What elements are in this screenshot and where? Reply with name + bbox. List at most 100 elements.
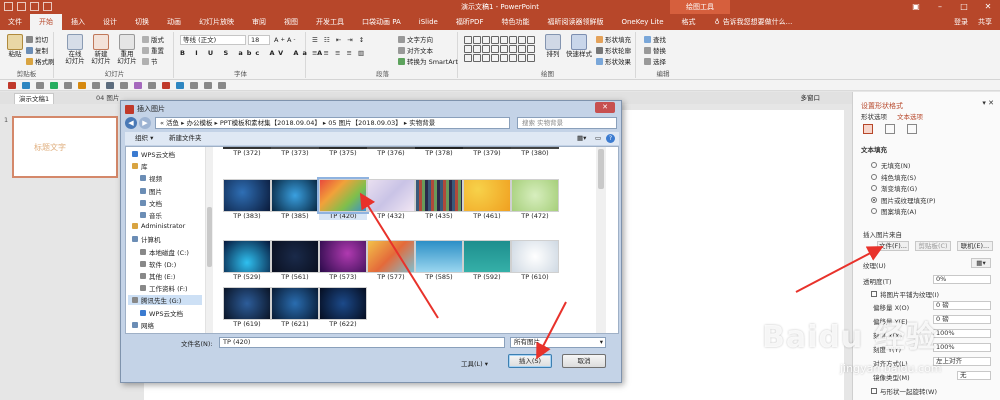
- align-buttons[interactable]: ≡ ≡ ≡ ≡ ▥: [312, 49, 366, 57]
- shape-outline-button[interactable]: 形状轮廓: [596, 45, 631, 55]
- tab-1[interactable]: 插入: [62, 14, 94, 30]
- toolbar-icon-13[interactable]: [190, 82, 198, 89]
- file-thumbnail[interactable]: TP (420): [317, 177, 369, 220]
- find-button[interactable]: 查找: [644, 34, 666, 44]
- text-fill-section[interactable]: 文本填充: [861, 144, 887, 154]
- file-thumbnail[interactable]: TP (472): [511, 179, 559, 220]
- doc-tab-1[interactable]: 演示文稿1: [14, 93, 55, 104]
- toolbar-icon-8[interactable]: [120, 82, 128, 89]
- toolbar-icon-14[interactable]: [204, 82, 212, 89]
- toolbar-icon-11[interactable]: [162, 82, 170, 89]
- list-buttons[interactable]: ☰ ☷ ⇤ ⇥ ↕: [312, 36, 366, 44]
- file-thumbnail[interactable]: TP (561): [271, 240, 319, 281]
- file-thumbnail[interactable]: TP (592): [463, 240, 511, 281]
- texture-picker[interactable]: ▦▾: [971, 258, 991, 268]
- toolbar-icon-6[interactable]: [92, 82, 100, 89]
- file-thumbnail[interactable]: TP (585): [415, 240, 463, 281]
- smartart-button[interactable]: 转换为 SmartArt: [398, 56, 458, 66]
- toolbar-icon-5[interactable]: [78, 82, 86, 89]
- file-button[interactable]: 文件(F)...: [877, 241, 909, 251]
- nav-item-8[interactable]: 本地磁盘 (C:): [140, 247, 189, 257]
- file-thumbnail[interactable]: TP (619): [223, 287, 271, 328]
- share-button[interactable]: 共享: [978, 14, 992, 30]
- file-scrollbar[interactable]: [596, 147, 606, 333]
- nav-item-1[interactable]: 库: [132, 161, 148, 171]
- nav-item-2[interactable]: 视频: [140, 173, 162, 183]
- align-text-button[interactable]: 对齐文本: [398, 45, 433, 55]
- toolbar-icon-9[interactable]: [134, 82, 142, 89]
- tab-12[interactable]: 特色功能: [492, 14, 538, 30]
- offset-y-field[interactable]: 0 磅: [933, 315, 991, 324]
- dialog-close-button[interactable]: ✕: [595, 102, 615, 113]
- text-direction-button[interactable]: 文字方向: [398, 34, 433, 44]
- nav-item-9[interactable]: 软件 (D:): [140, 259, 176, 269]
- arrange-button[interactable]: 排列: [540, 34, 566, 58]
- textbox-icon[interactable]: [907, 124, 917, 134]
- view-options-icon[interactable]: ▦▾: [577, 132, 586, 145]
- minimize-button[interactable]: –: [928, 0, 952, 14]
- thumbnail-caption[interactable]: TP (372): [223, 149, 271, 157]
- nav-scrollbar[interactable]: [206, 147, 213, 333]
- close-icon[interactable]: ▾ ✕: [982, 99, 994, 107]
- online-slides-button[interactable]: 在线 幻灯片: [62, 34, 88, 65]
- nav-item-3[interactable]: 图片: [140, 186, 162, 196]
- search-input[interactable]: 搜索 实物背景: [517, 117, 617, 129]
- thumbnail-caption[interactable]: TP (376): [367, 149, 415, 157]
- back-icon[interactable]: ◀: [125, 117, 137, 129]
- scale-x-field[interactable]: 100%: [933, 329, 991, 338]
- login-link[interactable]: 登录: [954, 14, 968, 30]
- tools-menu[interactable]: 工具(L) ▾: [461, 358, 488, 368]
- offset-x-field[interactable]: 0 磅: [933, 301, 991, 310]
- copy-button[interactable]: 复制: [26, 45, 48, 55]
- toolbar-icon-7[interactable]: [106, 82, 114, 89]
- replace-button[interactable]: 替换: [644, 45, 666, 55]
- toolbar-icon-15[interactable]: [218, 82, 226, 89]
- layout-button[interactable]: 版式: [142, 34, 164, 44]
- transparency-field[interactable]: 0%: [933, 275, 991, 284]
- font-style-buttons[interactable]: B I U S abc AV Aa A: [180, 49, 326, 57]
- select-button[interactable]: 选择: [644, 56, 666, 66]
- fill-option-2[interactable]: 渐变填充(G): [871, 183, 917, 193]
- fill-option-3[interactable]: 图片或纹理填充(P): [871, 195, 936, 205]
- shape-fill-button[interactable]: 形状填充: [596, 34, 631, 44]
- tab-13[interactable]: 福昕阅读器领鲜版: [538, 14, 612, 30]
- file-thumbnail[interactable]: TP (622): [319, 287, 367, 328]
- thumbnail-caption[interactable]: TP (373): [271, 149, 319, 157]
- tab-4[interactable]: 动画: [158, 14, 190, 30]
- reuse-slides-button[interactable]: 重用 幻灯片: [114, 34, 140, 65]
- nav-item-10[interactable]: 其他 (E:): [140, 271, 175, 281]
- file-thumbnail[interactable]: TP (573): [319, 240, 367, 281]
- toolbar-icon-1[interactable]: [22, 82, 30, 89]
- address-bar[interactable]: « 活鱼 ▸ 办公模板 ▸ PPT模板和素材集【2018.09.04】 ▸ 05…: [155, 117, 510, 129]
- clipboard-button[interactable]: 剪贴板(C): [915, 241, 951, 251]
- nav-item-13[interactable]: WPS云文档: [140, 308, 183, 318]
- tab-10[interactable]: iSlide: [410, 14, 447, 30]
- nav-item-4[interactable]: 文档: [140, 198, 162, 208]
- shape-effects-button[interactable]: 形状效果: [596, 56, 631, 66]
- tab-2[interactable]: 设计: [94, 14, 126, 30]
- tab-9[interactable]: 口袋动画 PA: [353, 14, 410, 30]
- nav-item-7[interactable]: 计算机: [132, 234, 161, 244]
- cut-button[interactable]: 剪切: [26, 34, 48, 44]
- toolbar-icon-0[interactable]: [8, 82, 16, 89]
- organize-menu[interactable]: 组织 ▾: [135, 132, 153, 145]
- file-thumbnail[interactable]: TP (577): [367, 240, 415, 281]
- cancel-button[interactable]: 取消: [562, 354, 606, 368]
- shape-options-tab[interactable]: 形状选项: [861, 111, 887, 121]
- filename-input[interactable]: TP (420): [219, 337, 505, 348]
- filetype-select[interactable]: 所有图片 ▾: [510, 337, 606, 348]
- nav-item-5[interactable]: 音乐: [140, 210, 162, 220]
- tab-14[interactable]: OneKey Lite: [612, 14, 672, 30]
- slide-thumbnail[interactable]: 标题文字: [12, 116, 118, 178]
- tab-6[interactable]: 审阅: [243, 14, 275, 30]
- fill-option-0[interactable]: 无填充(N): [871, 160, 910, 170]
- ribbon-options-icon[interactable]: ▣: [904, 0, 928, 14]
- text-fill-icon[interactable]: [863, 124, 873, 134]
- tab-15[interactable]: 格式: [673, 14, 705, 30]
- section-button[interactable]: 节: [142, 56, 158, 66]
- maximize-button[interactable]: □: [952, 0, 976, 14]
- grow-font-icon[interactable]: A + A-: [274, 36, 295, 44]
- tab-0[interactable]: 开始: [30, 14, 62, 30]
- thumbnail-caption[interactable]: TP (379): [463, 149, 511, 157]
- nav-item-14[interactable]: 网络: [132, 320, 154, 330]
